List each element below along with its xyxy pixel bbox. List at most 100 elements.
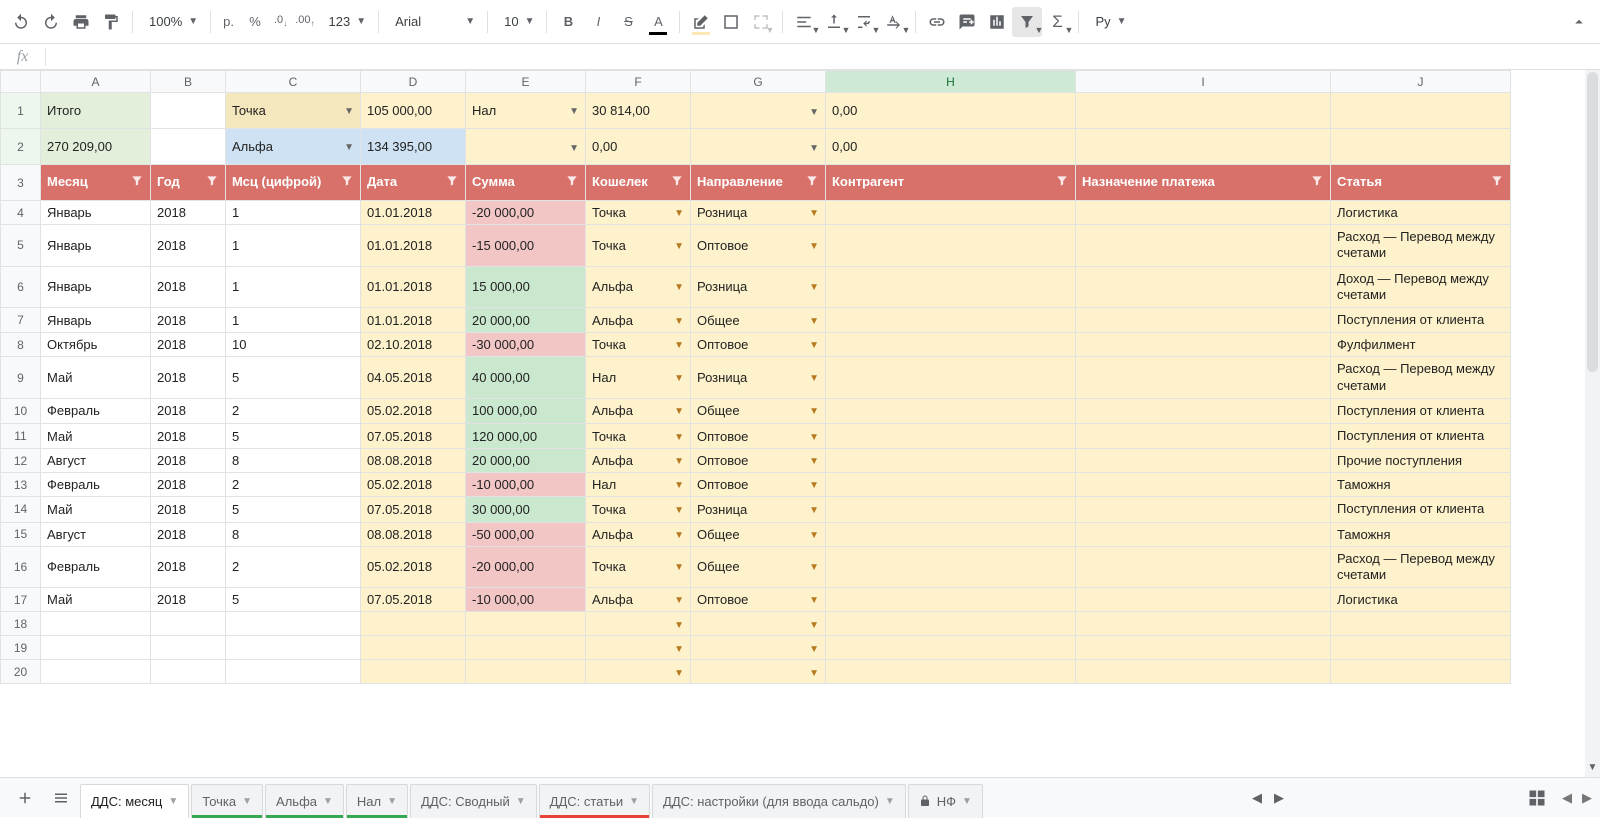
cell[interactable]: Расход — Перевод между счетами: [1331, 357, 1511, 399]
dropdown-icon[interactable]: ▼: [674, 505, 684, 516]
filter-icon[interactable]: [805, 174, 819, 191]
cell[interactable]: Поступления от клиента: [1331, 497, 1511, 522]
cell[interactable]: Общее▼: [691, 398, 826, 423]
cell[interactable]: Май: [41, 357, 151, 399]
column-header[interactable]: C: [226, 71, 361, 93]
cell[interactable]: 2018: [151, 333, 226, 357]
row-number[interactable]: 1: [1, 93, 41, 129]
cell[interactable]: [1076, 333, 1331, 357]
table-column-header[interactable]: Контрагент: [826, 165, 1076, 201]
horizontal-align-button[interactable]: ▼: [789, 7, 819, 37]
sheet-tab[interactable]: Нал▼: [346, 784, 408, 818]
cell[interactable]: Поступления от клиента: [1331, 398, 1511, 423]
cell[interactable]: Май: [41, 588, 151, 612]
cell[interactable]: [826, 660, 1076, 684]
cell[interactable]: 8: [226, 449, 361, 473]
dropdown-icon[interactable]: ▼: [809, 241, 819, 252]
dropdown-icon[interactable]: ▼: [809, 620, 819, 631]
cell[interactable]: [1331, 636, 1511, 660]
cell[interactable]: Альфа▼: [226, 129, 361, 165]
text-rotation-button[interactable]: ▼: [879, 7, 909, 37]
table-column-header[interactable]: Направление: [691, 165, 826, 201]
dropdown-icon[interactable]: ▼: [674, 373, 684, 384]
cell[interactable]: Розница▼: [691, 266, 826, 308]
cell[interactable]: -30 000,00: [466, 333, 586, 357]
cell[interactable]: [151, 612, 226, 636]
cell[interactable]: 07.05.2018: [361, 424, 466, 449]
dropdown-icon[interactable]: ▼: [674, 595, 684, 606]
table-column-header[interactable]: Мсц (цифрой): [226, 165, 361, 201]
dropdown-icon[interactable]: ▼: [674, 530, 684, 541]
cell[interactable]: Точка▼: [226, 93, 361, 129]
cell[interactable]: Октябрь: [41, 333, 151, 357]
cell[interactable]: -20 000,00: [466, 546, 586, 588]
dropdown-icon[interactable]: ▼: [809, 480, 819, 491]
sheet-tab[interactable]: Альфа▼: [265, 784, 344, 818]
dropdown-icon[interactable]: ▼: [674, 208, 684, 219]
table-column-header[interactable]: Назначение платежа: [1076, 165, 1331, 201]
cell[interactable]: 134 395,00: [361, 129, 466, 165]
sheet-tab[interactable]: НФ▼: [908, 784, 983, 818]
cell[interactable]: 270 209,00: [41, 129, 151, 165]
row-number[interactable]: 14: [1, 497, 41, 522]
column-header[interactable]: [1, 71, 41, 93]
cell[interactable]: 08.08.2018: [361, 449, 466, 473]
dropdown-icon[interactable]: ▼: [344, 106, 354, 117]
cell[interactable]: ▼: [691, 129, 826, 165]
cell[interactable]: [826, 497, 1076, 522]
cell[interactable]: Расход — Перевод между счетами: [1331, 225, 1511, 267]
cell[interactable]: Август: [41, 449, 151, 473]
cell[interactable]: 8: [226, 522, 361, 546]
cell[interactable]: 10: [226, 333, 361, 357]
cell[interactable]: Розница▼: [691, 357, 826, 399]
cell[interactable]: 2: [226, 546, 361, 588]
row-number[interactable]: 13: [1, 473, 41, 497]
borders-button[interactable]: [716, 7, 746, 37]
column-header[interactable]: F: [586, 71, 691, 93]
filter-icon[interactable]: [1055, 174, 1069, 191]
cell[interactable]: ▼: [466, 129, 586, 165]
cell[interactable]: [826, 636, 1076, 660]
cell[interactable]: 01.01.2018: [361, 201, 466, 225]
cell[interactable]: 5: [226, 424, 361, 449]
dropdown-icon[interactable]: ▼: [674, 241, 684, 252]
cell[interactable]: Оптовое▼: [691, 588, 826, 612]
row-number[interactable]: 20: [1, 660, 41, 684]
cell[interactable]: [826, 588, 1076, 612]
cell[interactable]: Нал▼: [586, 473, 691, 497]
cell[interactable]: Оптовое▼: [691, 449, 826, 473]
column-header[interactable]: D: [361, 71, 466, 93]
column-header[interactable]: H: [826, 71, 1076, 93]
cell[interactable]: ▼: [691, 636, 826, 660]
insert-link-button[interactable]: [922, 7, 952, 37]
cell[interactable]: 2018: [151, 546, 226, 588]
text-color-button[interactable]: A: [643, 7, 673, 37]
cell[interactable]: [226, 612, 361, 636]
cell[interactable]: Январь: [41, 308, 151, 333]
font-size-dropdown[interactable]: 10▼: [494, 7, 540, 37]
cell[interactable]: Оптовое▼: [691, 473, 826, 497]
cell[interactable]: Точка▼: [586, 424, 691, 449]
cell[interactable]: Альфа▼: [586, 308, 691, 333]
dropdown-icon[interactable]: ▼: [809, 340, 819, 351]
cell[interactable]: Альфа▼: [586, 449, 691, 473]
cell[interactable]: [826, 398, 1076, 423]
cell[interactable]: -10 000,00: [466, 588, 586, 612]
filter-button[interactable]: ▼: [1012, 7, 1042, 37]
font-family-dropdown[interactable]: Arial▼: [385, 7, 481, 37]
cell[interactable]: 2018: [151, 424, 226, 449]
cell[interactable]: 0,00: [586, 129, 691, 165]
collapse-toolbar-button[interactable]: [1564, 7, 1594, 37]
sheet-tab[interactable]: ДДС: Сводный▼: [410, 784, 537, 818]
row-number[interactable]: 8: [1, 333, 41, 357]
cell[interactable]: Розница▼: [691, 201, 826, 225]
dropdown-icon[interactable]: ▼: [674, 406, 684, 417]
dropdown-icon[interactable]: ▼: [344, 142, 354, 153]
cell[interactable]: Альфа▼: [586, 522, 691, 546]
sheet-tab[interactable]: ДДС: месяц▼: [80, 784, 189, 818]
filter-icon[interactable]: [565, 174, 579, 191]
column-header[interactable]: B: [151, 71, 226, 93]
cell[interactable]: Поступления от клиента: [1331, 424, 1511, 449]
explore-button[interactable]: [1520, 783, 1554, 813]
filter-icon[interactable]: [130, 174, 144, 191]
